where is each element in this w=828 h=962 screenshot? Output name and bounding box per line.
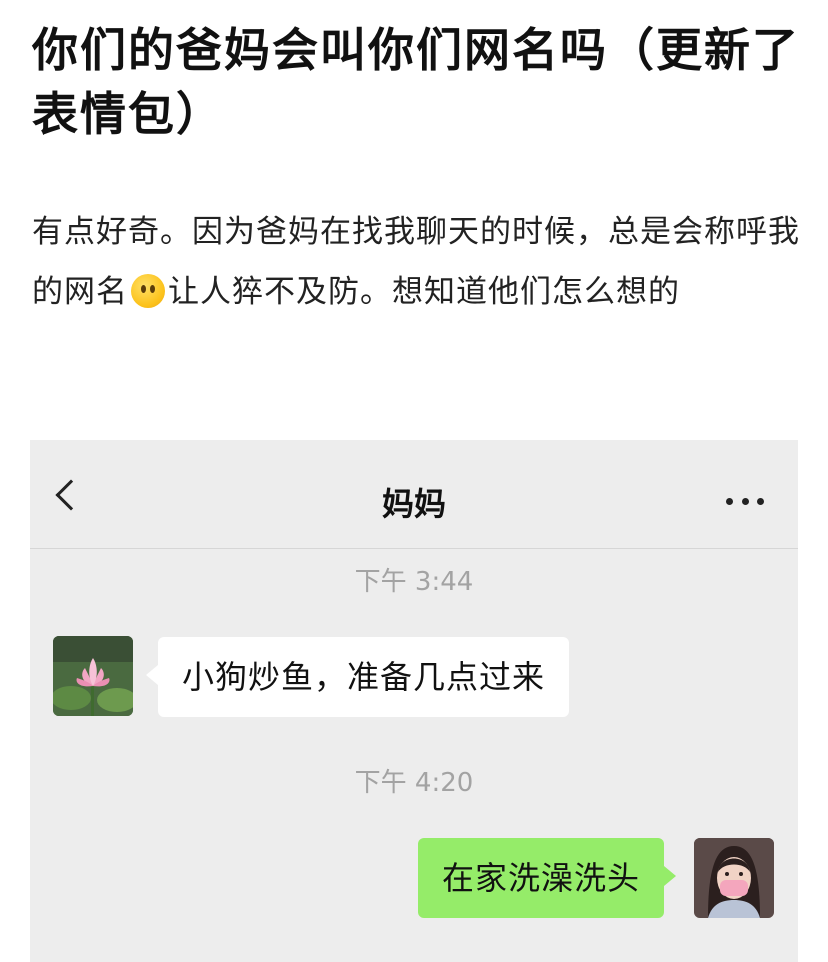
chat-header: 妈妈 [30, 440, 798, 549]
chat-contact-name: 妈妈 [381, 485, 446, 523]
more-dots-icon[interactable] [726, 498, 764, 506]
message-timestamp: 下午 3:44 [354, 567, 474, 597]
outgoing-message-bubble[interactable]: 在家洗澡洗头 [418, 838, 677, 918]
page: 你们的爸妈会叫你们网名吗（更新了表情包） 有点好奇。因为爸妈在找我聊天的时候，总… [0, 0, 828, 962]
incoming-message-bubble[interactable]: 小狗炒鱼，准备几点过来 [145, 637, 570, 717]
chat-screenshot: 妈妈 下午 3:44 小狗炒鱼，准备几点过来 下午 4:20 在家洗澡洗头 [30, 440, 798, 962]
my-avatar[interactable] [694, 838, 774, 918]
post-body: 有点好奇。因为爸妈在找我聊天的时候，总是会称呼我的网名 让人猝不及防。想知道他们怎… [32, 202, 802, 322]
post-title: 你们的爸妈会叫你们网名吗（更新了表情包） [32, 23, 800, 141]
lotus-avatar-image [53, 636, 133, 716]
face-without-mouth-icon [131, 274, 165, 308]
post-body-part-2: 让人猝不及防。想知道他们怎么想的 [168, 274, 680, 310]
message-timestamp: 下午 4:20 [354, 768, 474, 798]
contact-avatar[interactable] [53, 636, 133, 716]
girl-selfie-avatar-image [694, 838, 774, 918]
